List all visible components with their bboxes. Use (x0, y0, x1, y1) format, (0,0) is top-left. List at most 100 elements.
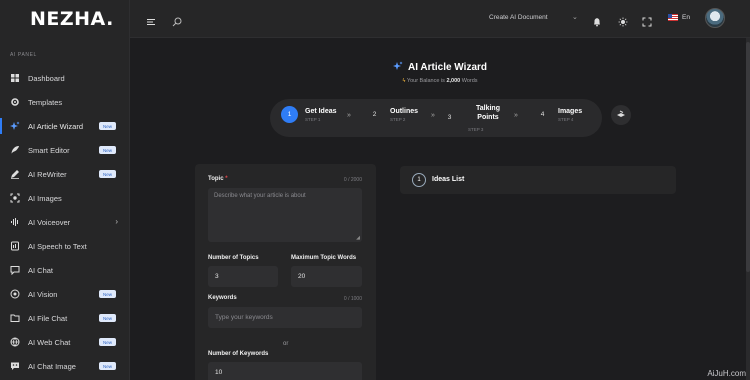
sun-icon[interactable] (618, 14, 628, 27)
or-divider: or (283, 341, 289, 347)
topbar: Create AI Document ⌄ En (130, 0, 750, 38)
topic-placeholder: Describe what your article is about (214, 193, 306, 199)
sidebar-item-ai-voiceover[interactable]: AI Voiceover › (0, 210, 130, 234)
step-4-number[interactable]: 4 (534, 106, 551, 123)
bell-icon[interactable] (592, 14, 602, 27)
language-selector[interactable]: En (668, 14, 690, 21)
new-badge: New (99, 122, 116, 130)
balance-value: 2,000 (446, 78, 461, 84)
sidebar-item-ai-vision[interactable]: AI Vision New (0, 282, 130, 306)
feather-icon (10, 145, 20, 155)
magic-wand-button[interactable] (611, 105, 631, 125)
sidebar-item-label: AI Chat Image (28, 361, 76, 371)
chevron-down-icon[interactable]: ⌄ (572, 13, 578, 21)
sidebar-item-ai-web-chat[interactable]: AI Web Chat New (0, 330, 130, 354)
sidebar-item-label: Dashboard (28, 73, 65, 83)
new-badge: New (99, 362, 116, 370)
sidebar-item-smart-editor[interactable]: Smart Editor New (0, 138, 130, 162)
step-2-title[interactable]: Outlines (390, 107, 418, 116)
new-badge: New (99, 290, 116, 298)
fullscreen-icon[interactable] (642, 14, 652, 27)
eye-icon (10, 289, 20, 299)
step-1-title[interactable]: Get Ideas (305, 107, 337, 116)
sidebar-item-ai-images[interactable]: AI Images (0, 186, 130, 210)
chevron-right-icon: › (115, 217, 118, 226)
sidebar-item-ai-file-chat[interactable]: AI File Chat New (0, 306, 130, 330)
sidebar-item-label: Templates (28, 97, 63, 107)
sidebar-item-label: AI Chat (28, 265, 54, 275)
sidebar-item-label: AI Images (28, 193, 62, 203)
step-arrow-icon: » (431, 112, 435, 119)
new-badge: New (99, 146, 116, 154)
language-label: En (682, 14, 690, 21)
step-1-number[interactable]: 1 (281, 106, 298, 123)
step-arrow-icon: » (514, 112, 518, 119)
page-scrollbar[interactable] (746, 38, 750, 380)
sidebar-nav: Dashboard Templates AI Article Wizard Ne… (0, 66, 130, 378)
avatar[interactable] (705, 8, 725, 28)
sidebar-item-label: Smart Editor (28, 145, 70, 155)
number-of-keywords-input[interactable]: 10 (208, 362, 362, 380)
sidebar-item-ai-chat-image[interactable]: AI Chat Image New (0, 354, 130, 378)
sidebar-item-label: AI Web Chat (28, 337, 71, 347)
sidebar-item-label: AI Vision (28, 289, 58, 299)
sidebar-item-templates[interactable]: Templates (0, 90, 130, 114)
number-of-topics-input[interactable]: 3 (208, 266, 278, 287)
new-badge: New (99, 338, 116, 346)
step-2-number[interactable]: 2 (366, 106, 383, 123)
image-scan-icon (10, 193, 20, 203)
page-title: AI Article Wizard (393, 61, 487, 74)
menu-toggle-icon[interactable] (146, 14, 156, 25)
gear-icon (10, 97, 20, 107)
ideas-list-card: 1 Ideas List (400, 166, 676, 194)
maximum-topic-words-input[interactable]: 20 (291, 266, 362, 287)
brand-logo[interactable]: NEZHA. (30, 8, 114, 30)
sidebar-item-ai-chat[interactable]: AI Chat (0, 258, 130, 282)
balance-text: ϟ Your Balance is 2,000 Words (402, 78, 478, 84)
sidebar-item-label: AI File Chat (28, 313, 68, 323)
waveform-icon (10, 217, 20, 227)
keywords-input[interactable]: Type your keywords (208, 307, 362, 328)
grid-icon (10, 73, 20, 83)
sidebar-item-label: AI Voiceover (28, 217, 71, 227)
main-content: AI Article Wizard ϟ Your Balance is 2,00… (130, 38, 750, 380)
sidebar-item-label: AI ReWriter (28, 169, 67, 179)
step-1-sub: STEP 1 (305, 117, 321, 122)
ideas-list-title: Ideas List (432, 176, 465, 183)
step-3-number[interactable]: 3 (441, 109, 458, 126)
step-arrow-icon: » (347, 112, 351, 119)
panel-label: AI PANEL (10, 52, 37, 58)
page-title-text: AI Article Wizard (408, 62, 487, 73)
search-icon[interactable] (172, 14, 182, 27)
us-flag-icon (668, 14, 678, 21)
step-4-title[interactable]: Images (558, 107, 582, 116)
topic-textarea[interactable]: Describe what your article is about ◢ (208, 188, 362, 242)
chat-image-icon (10, 361, 20, 371)
sparkles-icon (393, 61, 403, 74)
ideas-step-number: 1 (412, 173, 426, 187)
lightning-icon: ϟ (402, 78, 406, 84)
sidebar-item-dashboard[interactable]: Dashboard (0, 66, 130, 90)
sidebar-item-ai-rewriter[interactable]: AI ReWriter New (0, 162, 130, 186)
chat-icon (10, 265, 20, 275)
step-4-sub: STEP 4 (558, 117, 574, 122)
resize-grip-icon[interactable]: ◢ (356, 235, 360, 241)
globe-icon (10, 337, 20, 347)
new-badge: New (99, 170, 116, 178)
sidebar-item-ai-article-wizard[interactable]: AI Article Wizard New (0, 114, 130, 138)
step-3-sub: STEP 3 (468, 127, 484, 132)
keywords-label: Keywords (208, 295, 237, 301)
step-2-sub: STEP 2 (390, 117, 406, 122)
topic-label: Topic * (208, 176, 228, 182)
speech-doc-icon (10, 241, 20, 251)
number-of-keywords-label: Number of Keywords (208, 351, 269, 357)
maximum-topic-words-label: Maximum Topic Words (291, 255, 357, 261)
step-3-title[interactable]: Talking Points (468, 104, 508, 122)
sidebar-item-ai-speech-to-text[interactable]: AI Speech to Text (0, 234, 130, 258)
pen-icon (10, 169, 20, 179)
number-of-topics-label: Number of Topics (208, 255, 259, 261)
sidebar-item-label: AI Speech to Text (28, 241, 87, 251)
create-ai-document-dropdown[interactable]: Create AI Document (489, 14, 548, 21)
topic-form-card: Topic * 0 / 2000 Describe what your arti… (195, 164, 376, 380)
file-chat-icon (10, 313, 20, 323)
